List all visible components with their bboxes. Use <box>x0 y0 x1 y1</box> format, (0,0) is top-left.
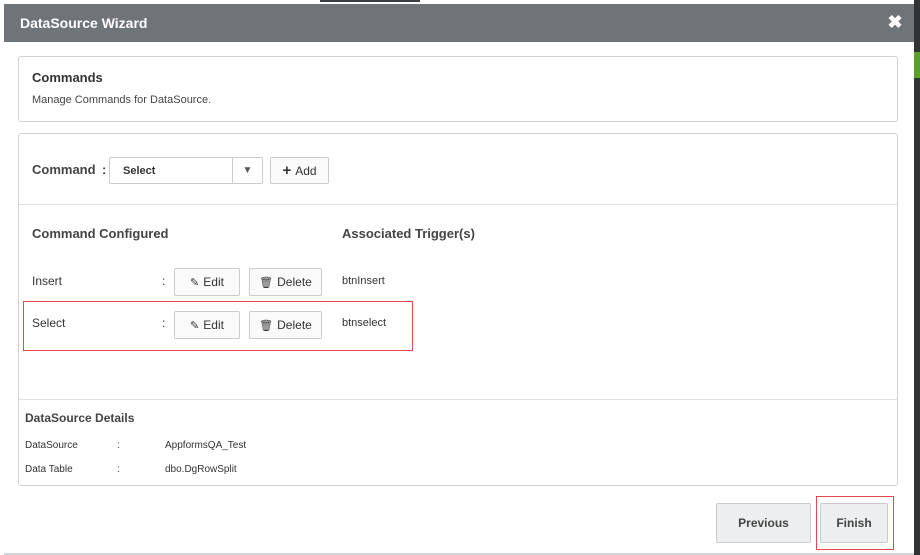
datasource-label: DataSource <box>25 440 78 451</box>
commands-panel: Commands Manage Commands for DataSource. <box>18 56 898 122</box>
datasource-details-title: DataSource Details <box>25 411 135 425</box>
command-row-name: Insert <box>32 274 63 288</box>
section-divider <box>19 399 897 400</box>
commands-description: Manage Commands for DataSource. <box>32 94 212 106</box>
column-header-associated-triggers: Associated Trigger(s) <box>342 226 475 241</box>
edit-insert-button[interactable]: ✎ Edit <box>174 268 240 296</box>
background-window-accent <box>914 52 920 78</box>
delete-insert-button[interactable]: 🗑 Delete <box>249 268 322 296</box>
command-select-value: Select <box>123 165 156 177</box>
add-command-button[interactable]: + Add <box>270 157 329 184</box>
trash-icon: 🗑 <box>259 276 274 289</box>
datatable-colon: : <box>117 464 120 475</box>
section-divider <box>19 204 897 205</box>
background-window-edge <box>320 0 420 2</box>
row-highlight-box <box>23 301 413 351</box>
datasource-colon: : <box>117 440 120 451</box>
datatable-label: Data Table <box>25 464 73 475</box>
datasource-wizard-dialog: DataSource Wizard ✖ Commands Manage Comm… <box>4 4 914 555</box>
add-command-label: Add <box>295 163 317 178</box>
plus-icon: + <box>282 161 292 179</box>
datasource-value: AppformsQA_Test <box>165 440 247 451</box>
chevron-down-icon[interactable]: ▼ <box>232 158 262 183</box>
command-row-colon: : <box>162 274 166 288</box>
command-label-colon: : <box>102 162 107 177</box>
command-config-panel: Command : Select ▼ + Add Command Configu… <box>18 133 898 486</box>
background-window-edge-right <box>914 0 920 555</box>
previous-button[interactable]: Previous <box>716 503 811 543</box>
finish-highlight-box <box>816 496 894 550</box>
command-row-trigger: btnInsert <box>342 275 385 287</box>
commands-title: Commands <box>32 70 103 85</box>
dialog-title: DataSource Wizard <box>20 15 148 31</box>
command-select[interactable]: Select ▼ <box>109 157 263 184</box>
pencil-icon: ✎ <box>190 276 200 289</box>
edit-button-label: Edit <box>203 275 224 289</box>
datatable-value: dbo.DgRowSplit <box>165 464 237 475</box>
command-label: Command <box>32 162 96 177</box>
delete-button-label: Delete <box>277 275 312 289</box>
close-icon[interactable]: ✖ <box>886 13 904 31</box>
column-header-command-configured: Command Configured <box>32 226 169 241</box>
dialog-titlebar: DataSource Wizard ✖ <box>4 4 914 42</box>
